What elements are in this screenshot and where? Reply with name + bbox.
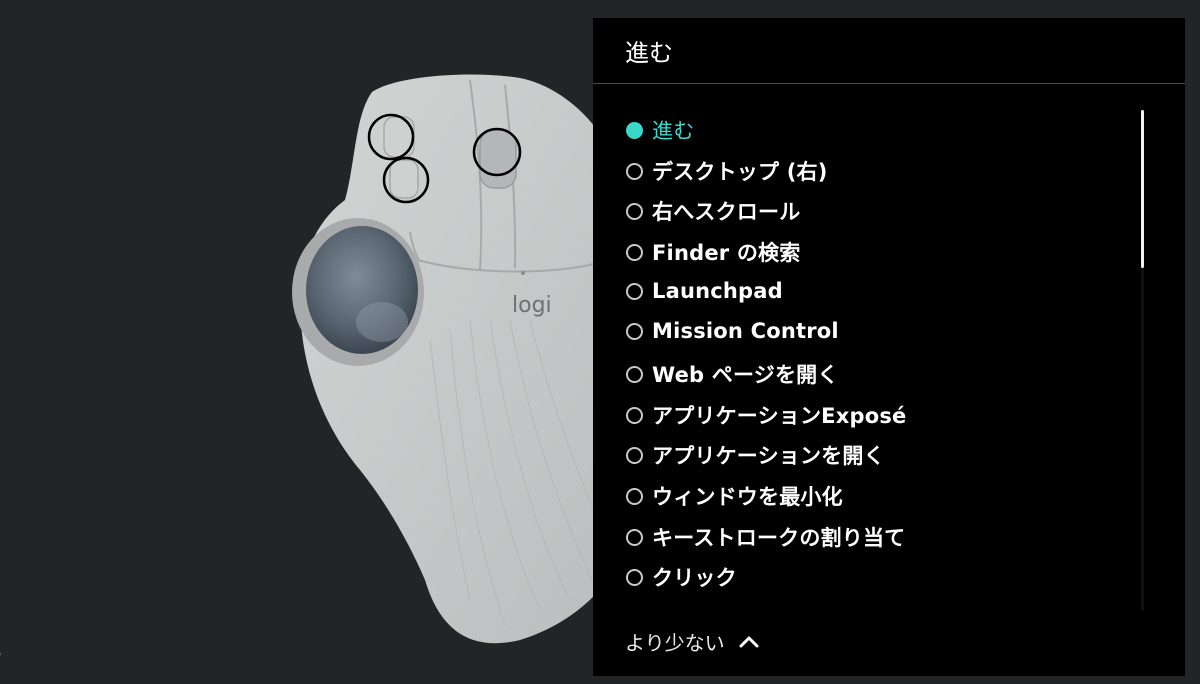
option-label: Web ページを開く <box>652 363 839 387</box>
option-open-web-page[interactable]: Web ページを開く <box>626 360 839 388</box>
option-label: 右へスクロール <box>652 200 801 224</box>
option-label: アプリケーションExposé <box>652 404 907 428</box>
scrollbar-thumb[interactable] <box>1141 110 1144 268</box>
radio-icon[interactable] <box>626 406 643 424</box>
option-label: キーストロークの割り当て <box>652 526 906 550</box>
option-label: 進む <box>652 119 695 143</box>
radio-selected-icon[interactable] <box>626 121 643 139</box>
radio-icon[interactable] <box>626 322 643 340</box>
logi-logo: logi <box>512 293 552 318</box>
option-open-application[interactable]: アプリケーションを開く <box>626 441 885 469</box>
option-keystroke-assignment[interactable]: キーストロークの割り当て <box>626 523 905 551</box>
option-partial-next <box>626 603 652 612</box>
option-label: クリック <box>652 566 737 590</box>
panel-title: 進む <box>625 39 673 67</box>
radio-icon[interactable] <box>626 243 643 261</box>
option-label: Launchpad <box>652 279 783 303</box>
show-less-button[interactable]: より少ない <box>625 624 759 658</box>
action-list[interactable]: 進む デスクトップ (右) 右へスクロール Finder の検索 Launchp… <box>593 116 1153 612</box>
radio-icon[interactable] <box>626 487 643 505</box>
option-finder-search[interactable]: Finder の検索 <box>626 238 800 266</box>
chevron-up-icon <box>739 634 759 648</box>
option-minimize-window[interactable]: ウィンドウを最小化 <box>626 482 843 510</box>
scrollbar[interactable] <box>1141 110 1144 610</box>
radio-icon <box>626 608 643 612</box>
option-mission-control[interactable]: Mission Control <box>626 317 839 345</box>
corner-mark: ° <box>0 652 2 663</box>
option-label: Finder の検索 <box>652 241 801 265</box>
panel-header: 進む <box>593 18 1185 84</box>
action-panel: 進む 進む デスクトップ (右) 右へスクロール Finder の検索 Laun… <box>593 18 1185 676</box>
radio-icon[interactable] <box>626 446 643 464</box>
option-scroll-right[interactable]: 右へスクロール <box>626 197 800 225</box>
radio-icon[interactable] <box>626 568 643 586</box>
option-label: Mission Control <box>652 319 839 343</box>
radio-icon[interactable] <box>626 162 643 180</box>
show-less-label: より少ない <box>625 630 725 655</box>
list-fade <box>593 590 1153 612</box>
option-label: デスクトップ (右) <box>652 160 828 184</box>
option-forward[interactable]: 進む <box>626 116 694 144</box>
option-label: アプリケーションを開く <box>652 444 885 468</box>
radio-icon[interactable] <box>626 365 643 383</box>
option-desktop-right[interactable]: デスクトップ (右) <box>626 157 828 185</box>
radio-icon[interactable] <box>626 202 643 220</box>
radio-icon[interactable] <box>626 528 643 546</box>
option-launchpad[interactable]: Launchpad <box>626 277 783 305</box>
option-label: ウィンドウを最小化 <box>652 485 843 509</box>
option-app-expose[interactable]: アプリケーションExposé <box>626 401 906 429</box>
option-click[interactable]: クリック <box>626 563 737 591</box>
radio-icon[interactable] <box>626 282 643 300</box>
app-window: logi ° 進む 進む デスクトップ (右) 右へスクロール <box>0 0 1200 684</box>
